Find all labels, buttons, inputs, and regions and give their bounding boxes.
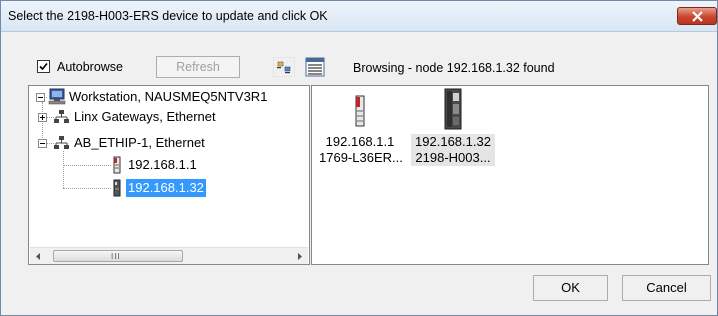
controller-icon	[113, 156, 121, 174]
device-ip: 192.168.1.1	[325, 134, 395, 149]
network-tree[interactable]: Workstation, NAUSMEQ5NTV3R1 Linx Gateway…	[28, 85, 310, 265]
arrow-left-icon	[36, 253, 40, 260]
browse-status-text: Browsing - node 192.168.1.32 found	[353, 61, 555, 75]
check-mark-icon	[39, 62, 48, 71]
network-icon	[54, 136, 69, 149]
tree-item-ab-ethip[interactable]: AB_ETHIP-1, Ethernet	[74, 134, 205, 152]
cancel-button[interactable]: Cancel	[622, 275, 711, 301]
scroll-thumb[interactable]: III	[53, 250, 183, 262]
details-view-button[interactable]	[305, 57, 327, 77]
close-button[interactable]	[677, 7, 717, 25]
tree-connector	[46, 143, 54, 144]
refresh-button[interactable]: Refresh	[156, 56, 240, 78]
dialog-window: Select the 2198-H003-ERS device to updat…	[0, 0, 718, 316]
drive-icon	[113, 179, 121, 197]
controller-icon	[355, 95, 365, 127]
network-icon	[54, 110, 69, 123]
scroll-left-button[interactable]	[30, 248, 47, 264]
tree-item-device-selected[interactable]: 192.168.1.32	[126, 179, 206, 197]
arrow-right-icon	[298, 253, 302, 260]
details-view-icon	[305, 57, 325, 77]
device-model: 2198-H003...	[411, 150, 495, 166]
device-ip: 192.168.1.32	[411, 134, 495, 150]
workstation-icon	[48, 88, 66, 105]
tree-item-workstation[interactable]: Workstation, NAUSMEQ5NTV3R1	[69, 88, 267, 106]
collapse-toggle[interactable]	[38, 139, 47, 148]
device-item-selected[interactable]: 192.168.1.32 2198-H003...	[411, 88, 495, 166]
close-icon	[692, 11, 703, 22]
drive-icon	[444, 88, 462, 130]
expand-toggle[interactable]	[38, 113, 47, 122]
device-item[interactable]: 192.168.1.1 1769-L36ER...	[319, 94, 403, 166]
dialog-title: Select the 2198-H003-ERS device to updat…	[8, 9, 328, 23]
small-icons-view-icon	[277, 61, 291, 74]
title-bar: Select the 2198-H003-ERS device to updat…	[1, 1, 717, 32]
tree-item-device[interactable]: 192.168.1.1	[128, 156, 197, 174]
ok-button[interactable]: OK	[533, 275, 608, 301]
tree-horizontal-scrollbar[interactable]: III	[30, 247, 308, 264]
collapse-toggle[interactable]	[36, 93, 45, 102]
tree-connector	[63, 188, 111, 189]
device-model: 1769-L36ER...	[319, 150, 403, 165]
small-icons-view-button[interactable]	[273, 57, 295, 77]
tree-connector	[63, 165, 111, 166]
checkbox-box[interactable]	[37, 60, 50, 73]
tree-connector	[46, 117, 54, 118]
scroll-right-button[interactable]	[291, 248, 308, 264]
tree-item-linx-gateways[interactable]: Linx Gateways, Ethernet	[74, 108, 216, 126]
tree-connector	[63, 151, 64, 188]
device-view[interactable]: 192.168.1.1 1769-L36ER... 192.168.1.32 2…	[311, 85, 709, 265]
scroll-grip: III	[111, 252, 121, 261]
autobrowse-label: Autobrowse	[57, 60, 124, 74]
